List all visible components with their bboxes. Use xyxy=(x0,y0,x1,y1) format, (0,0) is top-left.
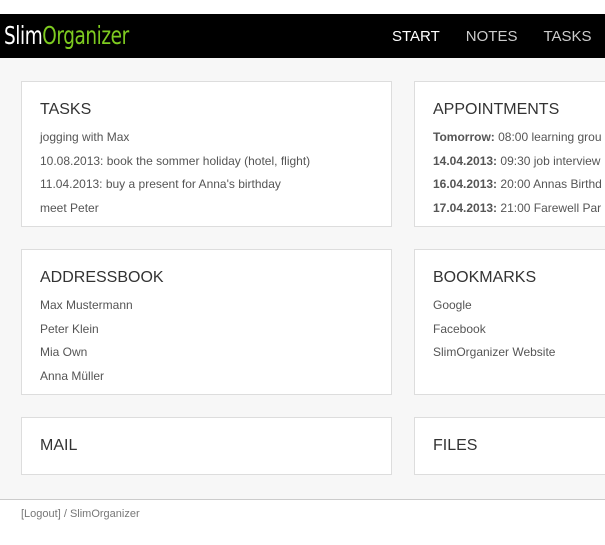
appointment-text: 20:00 Annas Birthd xyxy=(497,177,602,191)
appointment-date: 16.04.2013: xyxy=(433,177,498,191)
footer-app-link[interactable]: SlimOrganizer xyxy=(70,508,140,520)
tasks-title[interactable]: TASKS xyxy=(40,101,391,119)
nav-notes[interactable]: NOTES xyxy=(466,28,518,45)
bookmarks-title[interactable]: BOOKMARKS xyxy=(433,269,605,287)
footer-separator: / xyxy=(60,508,70,520)
addressbook-panel: ADDRESSBOOK Max Mustermann Peter Klein M… xyxy=(21,249,392,395)
contact-item[interactable]: Anna Müller xyxy=(40,365,391,389)
appointment-date: 17.04.2013: xyxy=(433,200,498,215)
appointment-text: 09:30 job interview xyxy=(497,153,601,168)
logout-link[interactable]: [Logout] xyxy=(21,508,61,520)
mail-title[interactable]: MAIL xyxy=(40,437,391,455)
appointment-date: Tomorrow: xyxy=(433,130,495,144)
addressbook-title[interactable]: ADDRESSBOOK xyxy=(40,269,391,287)
nav-tasks[interactable]: TASKS xyxy=(543,28,591,45)
bookmarks-panel: BOOKMARKS Google Facebook SlimOrganizer … xyxy=(414,249,605,395)
appointment-item[interactable]: Tomorrow: 08:00 learning grou xyxy=(433,126,605,150)
nav-start[interactable]: START xyxy=(392,28,440,45)
bookmark-item[interactable]: Facebook xyxy=(433,318,605,342)
footer: [Logout] / SlimOrganizer xyxy=(0,499,605,520)
logo-text-slim: Slim xyxy=(4,21,43,50)
appointment-text: 08:00 learning grou xyxy=(494,130,602,144)
tasks-panel: TASKS jogging with Max 10.08.2013: book … xyxy=(21,81,392,227)
dashboard: TASKS jogging with Max 10.08.2013: book … xyxy=(0,58,605,500)
mail-panel: MAIL xyxy=(21,417,392,475)
appointment-date: 14.04.2013: xyxy=(433,153,498,168)
task-item[interactable]: 11.04.2013: buy a present for Anna's bir… xyxy=(40,173,391,197)
task-item[interactable]: jogging with Max xyxy=(40,126,391,150)
contact-item[interactable]: Max Mustermann xyxy=(40,294,391,318)
logo-text-organizer: Organizer xyxy=(42,21,129,50)
task-item[interactable]: 10.08.2013: book the sommer holiday (hot… xyxy=(40,150,391,174)
files-title[interactable]: FILES xyxy=(433,437,605,455)
bookmark-item[interactable]: Google xyxy=(433,294,605,318)
top-navbar: SlimOrganizer START NOTES TASKS xyxy=(0,14,605,58)
contact-item[interactable]: Mia Own xyxy=(40,341,391,365)
appointment-item[interactable]: 14.04.2013: 09:30 job interview xyxy=(433,150,605,174)
appointments-title[interactable]: APPOINTMENTS xyxy=(433,101,605,119)
contact-item[interactable]: Peter Klein xyxy=(40,318,391,342)
files-panel: FILES xyxy=(414,417,605,475)
task-item[interactable]: meet Peter xyxy=(40,197,391,221)
app-logo[interactable]: SlimOrganizer xyxy=(4,21,129,50)
appointments-panel: APPOINTMENTS Tomorrow: 08:00 learning gr… xyxy=(414,81,605,227)
appointment-text: 21:00 Farewell Par xyxy=(497,200,602,215)
appointment-item[interactable]: 16.04.2013: 20:00 Annas Birthd xyxy=(433,173,605,197)
bookmark-item[interactable]: SlimOrganizer Website xyxy=(433,341,605,365)
appointment-item[interactable]: 17.04.2013: 21:00 Farewell Par xyxy=(433,197,605,221)
